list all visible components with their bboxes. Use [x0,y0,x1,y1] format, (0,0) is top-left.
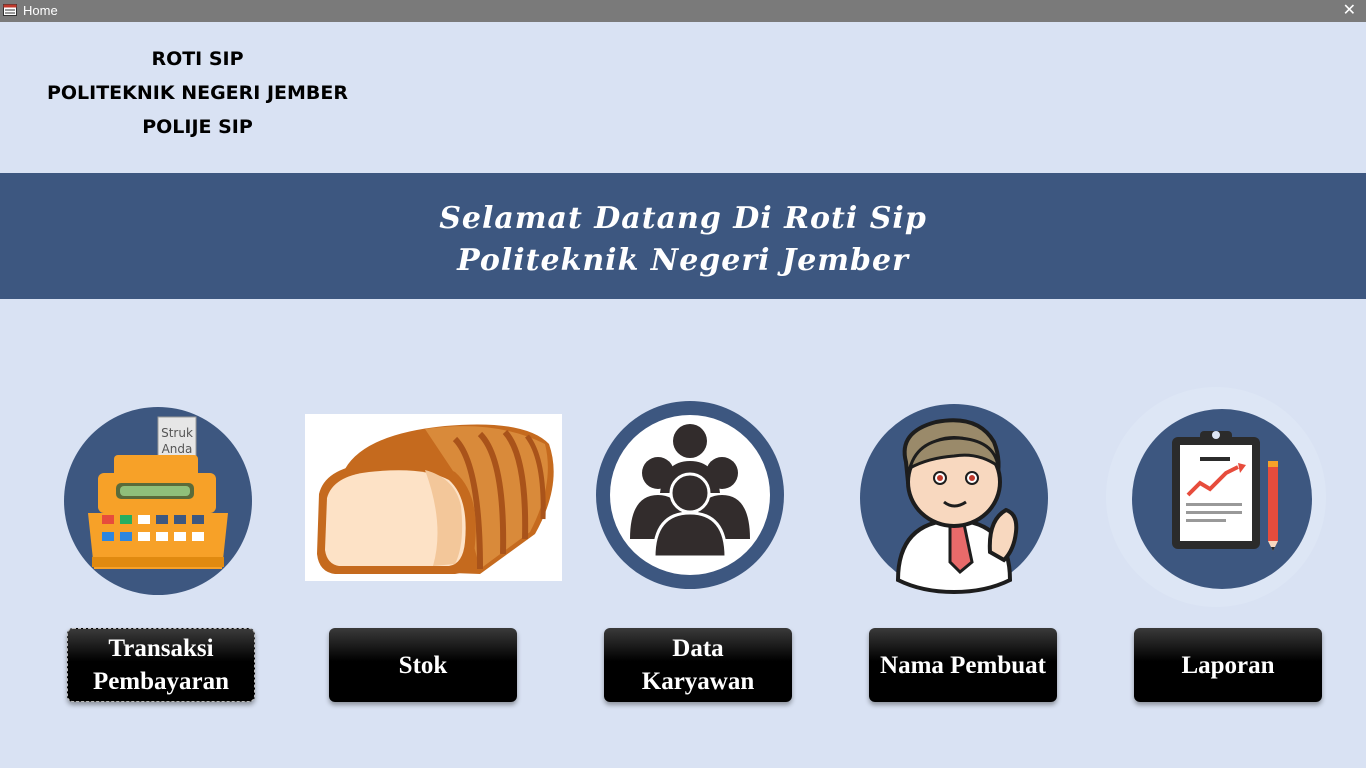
cash-register-icon[interactable]: Struk Anda [62,405,254,597]
receipt-text-1: Struk [161,426,193,440]
org-line-2: POLITEKNIK NEGERI JEMBER [46,82,349,104]
form-icon [3,4,17,16]
laporan-button[interactable]: Laporan [1134,628,1322,702]
report-clipboard-icon[interactable] [1104,385,1328,609]
nama-pembuat-label: Nama Pembuat [880,651,1046,679]
stok-button[interactable]: Stok [329,628,517,702]
window-titlebar: Home ✕ [0,0,1366,22]
welcome-title: Selamat Datang Di Roti Sip [439,201,927,236]
laporan-label: Laporan [1181,651,1275,679]
karyawan-label-line2: Karyawan [641,668,755,695]
org-line-1: ROTI SIP [151,48,244,70]
welcome-subtitle: Politeknik Negeri Jember [457,243,909,278]
org-header: ROTI SIP POLITEKNIK NEGERI JEMBER POLIJE… [20,42,375,144]
nama-pembuat-button[interactable]: Nama Pembuat [869,628,1057,702]
close-icon[interactable]: ✕ [1343,0,1356,22]
creator-avatar-icon[interactable] [858,402,1050,594]
people-group-icon[interactable] [594,399,786,591]
bread-icon[interactable] [305,414,562,581]
welcome-banner: Selamat Datang Di Roti Sip Politeknik Ne… [0,173,1366,299]
transaksi-label-line1: Transaksi [108,635,214,662]
transaksi-pembayaran-button[interactable]: Transaksi Pembayaran [67,628,255,702]
stok-label: Stok [398,651,448,679]
org-line-3: POLIJE SIP [142,116,253,138]
transaksi-label-line2: Pembayaran [92,668,230,695]
karyawan-label-line1: Data [672,635,724,662]
data-karyawan-button[interactable]: Data Karyawan [604,628,792,702]
receipt-text-2: Anda [162,442,193,456]
window-title: Home [23,3,58,18]
